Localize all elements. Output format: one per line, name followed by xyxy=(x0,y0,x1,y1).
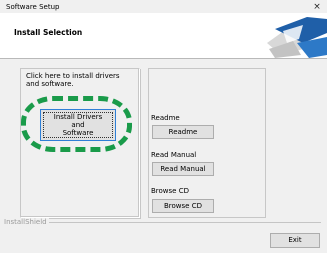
install-button-label: Install Drivers and Software xyxy=(54,113,102,137)
install-instruction: Click here to install drivers and softwa… xyxy=(26,72,120,88)
readme-button[interactable]: Readme xyxy=(152,125,214,139)
setup-logo-icon xyxy=(267,17,327,58)
window-title: Software Setup xyxy=(6,3,60,11)
install-button-line: and xyxy=(71,121,85,129)
installshield-label: InstallShield xyxy=(4,218,49,226)
read-manual-button[interactable]: Read Manual xyxy=(152,162,214,176)
browse-cd-label: Browse CD xyxy=(151,187,189,195)
close-button[interactable]: × xyxy=(311,1,323,13)
options-panel xyxy=(148,68,266,218)
browse-cd-button[interactable]: Browse CD xyxy=(152,199,214,213)
readme-label: Readme xyxy=(151,114,180,122)
install-button-line: Install Drivers xyxy=(53,113,103,121)
header-banner: Install Selection xyxy=(0,13,327,59)
page-title: Install Selection xyxy=(14,28,83,37)
install-button-line: Software xyxy=(62,129,94,137)
install-drivers-button[interactable]: Install Drivers and Software xyxy=(40,109,116,141)
read-manual-label: Read Manual xyxy=(151,151,197,159)
installshield-divider xyxy=(40,222,321,223)
setup-window: Software Setup × Install Selection Click… xyxy=(0,0,327,253)
exit-button[interactable]: Exit xyxy=(270,233,320,248)
